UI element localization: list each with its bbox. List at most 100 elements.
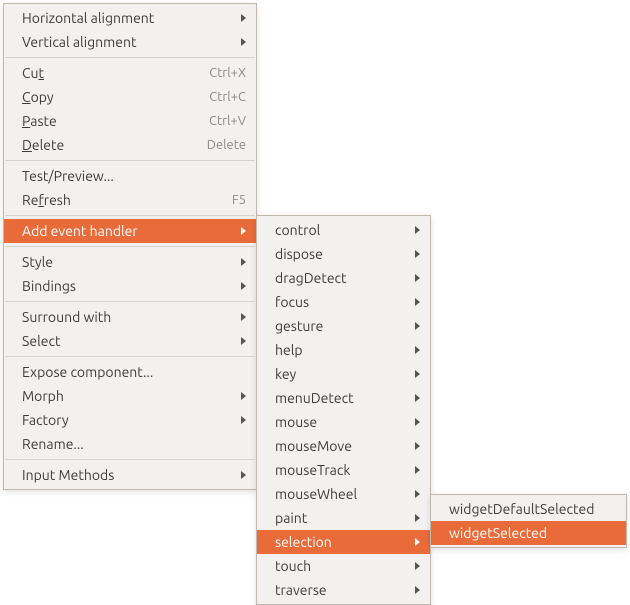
menu-item-event-touch[interactable]: touch xyxy=(257,554,430,578)
menu-item-event-key[interactable]: key xyxy=(257,362,430,386)
label: menuDetect xyxy=(275,390,354,406)
menu-item-factory[interactable]: Factory xyxy=(4,408,256,432)
label: key xyxy=(275,366,296,382)
chevron-right-icon xyxy=(415,274,420,282)
label: help xyxy=(275,342,303,358)
chevron-right-icon xyxy=(415,538,420,546)
label: gesture xyxy=(275,318,323,334)
menu-item-horizontal-alignment[interactable]: Horizontal alignment xyxy=(4,6,256,30)
label: Expose component... xyxy=(22,364,153,380)
chevron-right-icon xyxy=(241,313,246,321)
chevron-right-icon xyxy=(241,282,246,290)
label: mouseMove xyxy=(275,438,352,454)
menu-item-event-help[interactable]: help xyxy=(257,338,430,362)
chevron-right-icon xyxy=(415,346,420,354)
label: touch xyxy=(275,558,311,574)
label: Copy xyxy=(22,89,54,105)
menu-item-style[interactable]: Style xyxy=(4,250,256,274)
menu-item-vertical-alignment[interactable]: Vertical alignment xyxy=(4,30,256,54)
menu-item-paste[interactable]: Paste Ctrl+V xyxy=(4,109,256,133)
label: Cut xyxy=(22,65,44,81)
accelerator: Delete xyxy=(177,138,246,152)
chevron-right-icon xyxy=(241,471,246,479)
chevron-right-icon xyxy=(241,392,246,400)
menu-item-event-traverse[interactable]: traverse xyxy=(257,578,430,602)
label: Paste xyxy=(22,113,57,129)
menu-item-event-paint[interactable]: paint xyxy=(257,506,430,530)
accelerator: Ctrl+X xyxy=(179,66,246,80)
menu-item-test-preview[interactable]: Test/Preview... xyxy=(4,164,256,188)
menu-item-delete[interactable]: Delete Delete xyxy=(4,133,256,157)
context-menu-main: Horizontal alignment Vertical alignment … xyxy=(3,3,257,490)
menu-item-widget-selected[interactable]: widgetSelected xyxy=(431,521,626,545)
menu-separator xyxy=(5,246,255,247)
menu-item-event-gesture[interactable]: gesture xyxy=(257,314,430,338)
menu-item-event-mouse[interactable]: mouse xyxy=(257,410,430,434)
menu-item-input-methods[interactable]: Input Methods xyxy=(4,463,256,487)
menu-item-copy[interactable]: Copy Ctrl+C xyxy=(4,85,256,109)
label: Surround with xyxy=(22,309,111,325)
label: Rename... xyxy=(22,436,84,452)
label: widgetDefaultSelected xyxy=(449,501,594,517)
label: selection xyxy=(275,534,332,550)
chevron-right-icon xyxy=(415,322,420,330)
menu-item-expose-component[interactable]: Expose component... xyxy=(4,360,256,384)
label: Horizontal alignment xyxy=(22,10,154,26)
label: widgetSelected xyxy=(449,525,547,541)
menu-item-event-control[interactable]: control xyxy=(257,218,430,242)
menu-item-event-mousemove[interactable]: mouseMove xyxy=(257,434,430,458)
label: dragDetect xyxy=(275,270,347,286)
menu-separator xyxy=(5,301,255,302)
menu-item-event-selection[interactable]: selection xyxy=(257,530,430,554)
label: Factory xyxy=(22,412,69,428)
accelerator: Ctrl+C xyxy=(179,90,246,104)
label: Bindings xyxy=(22,278,76,294)
menu-item-surround-with[interactable]: Surround with xyxy=(4,305,256,329)
accelerator: F5 xyxy=(202,193,246,207)
menu-separator xyxy=(5,160,255,161)
chevron-right-icon xyxy=(415,418,420,426)
chevron-right-icon xyxy=(415,466,420,474)
menu-separator xyxy=(5,57,255,58)
label: Morph xyxy=(22,388,64,404)
menu-item-add-event-handler[interactable]: Add event handler xyxy=(4,219,256,243)
chevron-right-icon xyxy=(241,258,246,266)
menu-item-event-mousetrack[interactable]: mouseTrack xyxy=(257,458,430,482)
menu-item-refresh[interactable]: Refresh F5 xyxy=(4,188,256,212)
chevron-right-icon xyxy=(415,562,420,570)
chevron-right-icon xyxy=(415,490,420,498)
menu-item-event-dispose[interactable]: dispose xyxy=(257,242,430,266)
chevron-right-icon xyxy=(241,416,246,424)
label: dispose xyxy=(275,246,323,262)
submenu-selection: widgetDefaultSelected widgetSelected xyxy=(430,494,627,548)
menu-item-widget-default-selected[interactable]: widgetDefaultSelected xyxy=(431,497,626,521)
menu-item-event-dragdetect[interactable]: dragDetect xyxy=(257,266,430,290)
accelerator: Ctrl+V xyxy=(179,114,246,128)
menu-item-bindings[interactable]: Bindings xyxy=(4,274,256,298)
label: paint xyxy=(275,510,307,526)
menu-item-select[interactable]: Select xyxy=(4,329,256,353)
label: Select xyxy=(22,333,60,349)
chevron-right-icon xyxy=(415,394,420,402)
label: Vertical alignment xyxy=(22,34,136,50)
chevron-right-icon xyxy=(415,226,420,234)
menu-item-morph[interactable]: Morph xyxy=(4,384,256,408)
menu-item-cut[interactable]: Cut Ctrl+X xyxy=(4,61,256,85)
menu-item-event-menudetect[interactable]: menuDetect xyxy=(257,386,430,410)
chevron-right-icon xyxy=(415,514,420,522)
menu-item-event-focus[interactable]: focus xyxy=(257,290,430,314)
chevron-right-icon xyxy=(415,370,420,378)
label: mouseWheel xyxy=(275,486,357,502)
chevron-right-icon xyxy=(415,298,420,306)
menu-separator xyxy=(5,215,255,216)
chevron-right-icon xyxy=(415,586,420,594)
chevron-right-icon xyxy=(241,38,246,46)
menu-item-event-mousewheel[interactable]: mouseWheel xyxy=(257,482,430,506)
label: focus xyxy=(275,294,309,310)
label: control xyxy=(275,222,320,238)
chevron-right-icon xyxy=(241,227,246,235)
menu-item-rename[interactable]: Rename... xyxy=(4,432,256,456)
chevron-right-icon xyxy=(415,442,420,450)
label: Refresh xyxy=(22,192,71,208)
label: mouse xyxy=(275,414,317,430)
